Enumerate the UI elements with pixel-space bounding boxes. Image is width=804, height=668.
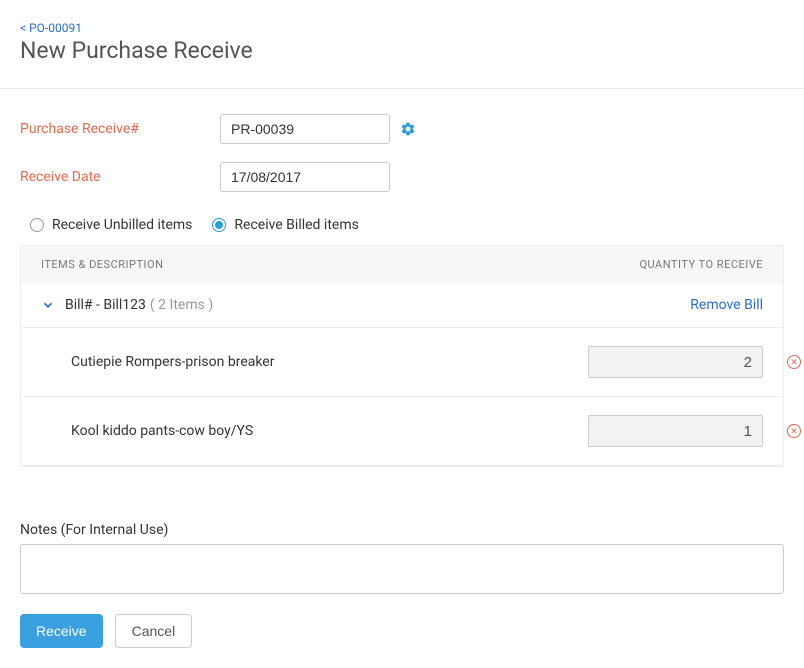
receive-button[interactable]: Receive <box>20 614 103 648</box>
items-table: ITEMS & DESCRIPTION QUANTITY TO RECEIVE … <box>20 245 784 467</box>
remove-bill-link[interactable]: Remove Bill <box>690 297 763 313</box>
radio-unbilled[interactable]: Receive Unbilled items <box>30 217 192 233</box>
item-name: Kool kiddo pants-cow boy/YS <box>71 423 588 439</box>
notes-textarea[interactable] <box>20 544 784 594</box>
pr-number-input[interactable] <box>220 114 390 144</box>
chevron-down-icon[interactable] <box>41 298 55 312</box>
table-row: Kool kiddo pants-cow boy/YS ✕ <box>21 397 783 466</box>
divider <box>0 88 804 89</box>
radio-icon <box>30 218 44 232</box>
receive-date-input[interactable] <box>220 162 390 192</box>
bill-label: Bill# - Bill123 <box>65 297 146 313</box>
radio-billed-label: Receive Billed items <box>234 217 358 233</box>
back-link[interactable]: < PO-00091 <box>20 21 82 35</box>
gear-icon[interactable] <box>400 121 416 137</box>
cancel-button[interactable]: Cancel <box>115 614 193 648</box>
item-name: Cutiepie Rompers-prison breaker <box>71 354 588 370</box>
notes-label: Notes (For Internal Use) <box>20 522 784 538</box>
quantity-input[interactable] <box>588 346 763 378</box>
pr-number-label: Purchase Receive# <box>20 121 220 137</box>
header-quantity: QUANTITY TO RECEIVE <box>563 258 763 271</box>
table-row: Cutiepie Rompers-prison breaker ✕ <box>21 328 783 397</box>
delete-row-icon[interactable]: ✕ <box>787 355 801 369</box>
radio-billed[interactable]: Receive Billed items <box>212 217 358 233</box>
radio-unbilled-label: Receive Unbilled items <box>52 217 192 233</box>
header-items-description: ITEMS & DESCRIPTION <box>41 258 563 271</box>
bill-row: Bill# - Bill123 ( 2 Items ) Remove Bill <box>21 283 783 328</box>
page-title: New Purchase Receive <box>20 37 784 64</box>
delete-row-icon[interactable]: ✕ <box>787 424 801 438</box>
quantity-input[interactable] <box>588 415 763 447</box>
receive-date-label: Receive Date <box>20 169 220 185</box>
bill-item-count: ( 2 Items ) <box>150 297 213 313</box>
radio-icon <box>212 218 226 232</box>
